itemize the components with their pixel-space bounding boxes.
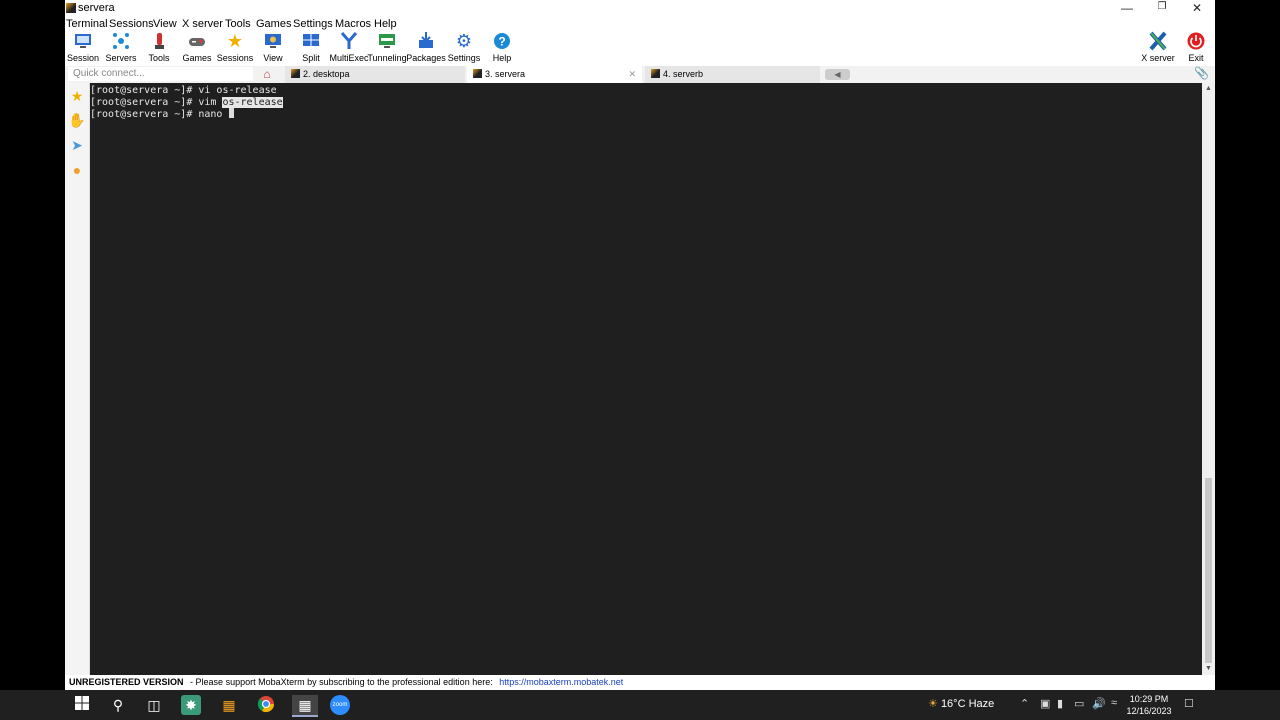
mobaxterm-link[interactable]: https://mobaxterm.mobatek.net xyxy=(499,677,623,687)
servers-icon xyxy=(111,31,131,51)
chevron-up-icon[interactable]: ⌃ xyxy=(1020,697,1029,710)
windows-start-icon[interactable] xyxy=(71,695,93,715)
svg-text:?: ? xyxy=(498,35,505,49)
menu-settings[interactable]: Settings xyxy=(293,18,333,30)
task-view-icon[interactable]: ◫ xyxy=(143,695,165,715)
search-icon[interactable]: ⚲ xyxy=(107,695,129,715)
tunneling-icon xyxy=(377,31,397,51)
exit-button[interactable]: Exit xyxy=(1176,31,1216,63)
menu-x-server[interactable]: X server xyxy=(182,18,223,30)
menu-macros[interactable]: Macros xyxy=(335,18,371,30)
volume-icon[interactable]: 🔊 xyxy=(1092,697,1106,710)
tunneling-button[interactable]: Tunneling xyxy=(367,31,407,63)
tab-serverb[interactable]: 4. serverb xyxy=(645,66,820,83)
close-button[interactable]: ✕ xyxy=(1187,1,1207,15)
terminal-line: [root@servera ~]# vi os-release xyxy=(90,85,277,96)
paperclip-icon[interactable]: 📎 xyxy=(1194,66,1209,80)
terminal-tab-icon xyxy=(291,69,300,78)
terminal-cursor xyxy=(229,108,235,118)
selected-text: os-release xyxy=(222,96,283,108)
quick-connect-input[interactable]: Quick connect... xyxy=(68,67,253,81)
power-icon xyxy=(1186,31,1206,51)
battery-icon[interactable]: ▭ xyxy=(1074,697,1084,710)
wifi-icon[interactable]: ≈ xyxy=(1111,697,1117,709)
tab-bar: Quick connect... ⌂ 2. desktopa 3. server… xyxy=(65,66,1215,83)
toolbar: Session Servers Tools Games ★ Sessions V… xyxy=(65,31,1215,63)
minimize-button[interactable]: — xyxy=(1117,1,1137,15)
unregistered-label: UNREGISTERED VERSION xyxy=(69,677,184,687)
notification-icon[interactable]: ☐ xyxy=(1184,697,1194,710)
mobaxterm-window: servera — ❐ ✕ Terminal Sessions View X s… xyxy=(65,0,1215,690)
menu-bar: Terminal Sessions View X server Tools Ga… xyxy=(65,18,1215,31)
split-icon xyxy=(301,31,321,51)
multiexec-button[interactable]: MultiExec xyxy=(329,31,369,63)
games-icon xyxy=(187,31,207,51)
menu-sessions[interactable]: Sessions xyxy=(109,18,154,30)
camera-icon[interactable]: ▣ xyxy=(1040,697,1050,710)
servers-button[interactable]: Servers xyxy=(101,31,141,63)
tab-scroll-button[interactable]: ◀ xyxy=(825,69,850,80)
home-tab[interactable]: ⌂ xyxy=(255,66,279,83)
tools-icon xyxy=(149,31,169,51)
virtualbox-app-icon[interactable]: ▦ xyxy=(218,695,240,715)
sidebar-macros-icon[interactable]: ● xyxy=(68,161,86,179)
microphone-icon[interactable]: ▮ xyxy=(1057,697,1063,710)
help-button[interactable]: ? Help xyxy=(482,31,522,63)
window-title: servera xyxy=(78,2,115,14)
menu-games[interactable]: Games xyxy=(256,18,291,30)
star-icon: ★ xyxy=(226,31,244,51)
left-sidebar: ★ ✋ ➤ ● xyxy=(65,83,90,675)
terminal-line: [root@servera ~]# nano xyxy=(90,108,1202,120)
gear-icon: ⚙ xyxy=(455,31,473,51)
scroll-down-icon[interactable]: ▼ xyxy=(1202,665,1215,675)
multiexec-icon xyxy=(339,31,359,51)
sidebar-send-icon[interactable]: ➤ xyxy=(68,136,86,154)
support-message: - Please support MobaXterm by subscribin… xyxy=(190,677,493,687)
x-server-button[interactable]: X server xyxy=(1138,31,1178,63)
split-button[interactable]: Split xyxy=(291,31,331,63)
terminal-tab-icon xyxy=(651,69,660,78)
sidebar-star-icon[interactable]: ★ xyxy=(68,87,86,105)
system-clock[interactable]: 10:29 PM 12/16/2023 xyxy=(1118,693,1180,717)
zoom-app-icon[interactable]: zoom xyxy=(330,695,350,715)
tab-desktopa[interactable]: 2. desktopa xyxy=(285,66,465,83)
terminal-scrollbar[interactable]: ▲ ▼ xyxy=(1202,83,1215,675)
sessions-button[interactable]: ★ Sessions xyxy=(215,31,255,63)
weather-widget[interactable]: ☀ 16°C Haze xyxy=(928,697,994,710)
status-bar: UNREGISTERED VERSION - Please support Mo… xyxy=(65,675,1215,690)
settings-button[interactable]: ⚙ Settings xyxy=(444,31,484,63)
tools-button[interactable]: Tools xyxy=(139,31,179,63)
packages-icon xyxy=(416,31,436,51)
chatgpt-app-icon[interactable]: ✸ xyxy=(181,695,201,715)
help-icon: ? xyxy=(492,31,512,51)
tab-servera[interactable]: 3. servera ✕ xyxy=(467,66,642,83)
mobaxterm-app-icon xyxy=(66,3,76,13)
terminal-line: [root@servera ~]# vim os-release xyxy=(90,96,283,108)
terminal-tab-icon xyxy=(473,69,482,78)
tab-close-icon[interactable]: ✕ xyxy=(628,66,636,83)
menu-terminal[interactable]: Terminal xyxy=(66,18,108,30)
scrollbar-thumb[interactable] xyxy=(1205,478,1212,663)
view-icon xyxy=(263,31,283,51)
session-icon xyxy=(73,31,93,51)
terminal-area[interactable]: [root@servera ~]# vi os-release [root@se… xyxy=(90,83,1202,677)
home-icon: ⌂ xyxy=(263,67,271,81)
session-button[interactable]: Session xyxy=(63,31,103,63)
menu-help[interactable]: Help xyxy=(374,18,397,30)
view-button[interactable]: View xyxy=(253,31,293,63)
restore-button[interactable]: ❐ xyxy=(1152,1,1172,12)
menu-view[interactable]: View xyxy=(153,18,177,30)
scroll-up-icon[interactable]: ▲ xyxy=(1202,85,1215,95)
x-server-icon xyxy=(1148,31,1168,51)
windows-taskbar: ⚲ ◫ ✸ ▦ ▦ zoom ☀ 16°C Haze ⌃ ▣ ▮ ▭ 🔊 ≈ 1… xyxy=(0,690,1280,720)
packages-button[interactable]: Packages xyxy=(406,31,446,63)
title-bar: servera — ❐ ✕ xyxy=(65,0,1215,17)
sidebar-tools-icon[interactable]: ✋ xyxy=(68,111,86,129)
games-button[interactable]: Games xyxy=(177,31,217,63)
weather-icon: ☀ xyxy=(928,698,938,710)
menu-tools[interactable]: Tools xyxy=(225,18,251,30)
mobaxterm-taskbar-icon[interactable]: ▦ xyxy=(292,695,318,717)
chrome-app-icon[interactable] xyxy=(255,695,277,715)
